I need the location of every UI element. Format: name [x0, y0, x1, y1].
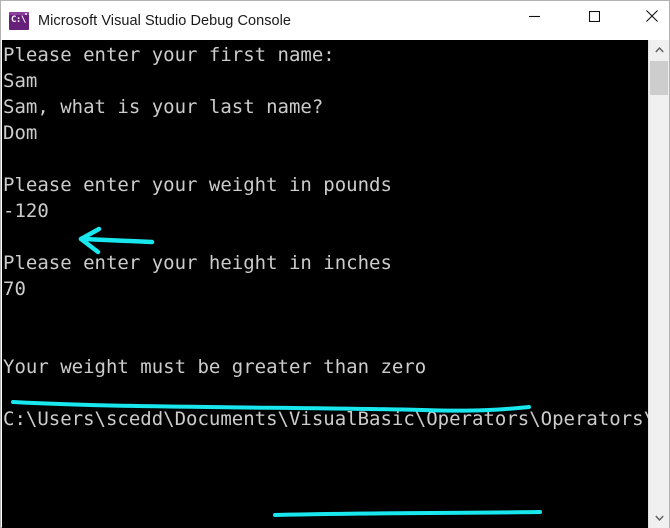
maximize-button[interactable] — [571, 1, 617, 31]
minimize-button[interactable] — [511, 1, 557, 31]
close-icon — [646, 10, 658, 22]
minimize-icon — [528, 15, 540, 17]
underline-exit-code — [273, 510, 542, 517]
maximize-icon — [588, 10, 600, 22]
close-button[interactable] — [629, 1, 670, 31]
scroll-up-arrow[interactable] — [649, 40, 669, 60]
app-icon-glyph: C:\ — [11, 14, 26, 25]
visual-studio-console-icon: C:\ — [9, 11, 29, 30]
scrollbar-thumb[interactable] — [650, 61, 668, 95]
console-output-area[interactable]: Please enter your first name: Sam Sam, w… — [2, 40, 669, 528]
vertical-scrollbar[interactable] — [648, 40, 669, 528]
window-title: Microsoft Visual Studio Debug Console — [38, 12, 292, 29]
chevron-up-icon — [654, 47, 664, 53]
console-text: Please enter your first name: Sam Sam, w… — [3, 44, 669, 430]
scroll-down-arrow[interactable] — [649, 508, 669, 528]
title-bar[interactable]: C:\ Microsoft Visual Studio Debug Consol… — [1, 1, 669, 40]
chevron-down-icon — [654, 515, 664, 521]
debug-console-window: C:\ Microsoft Visual Studio Debug Consol… — [0, 0, 670, 528]
